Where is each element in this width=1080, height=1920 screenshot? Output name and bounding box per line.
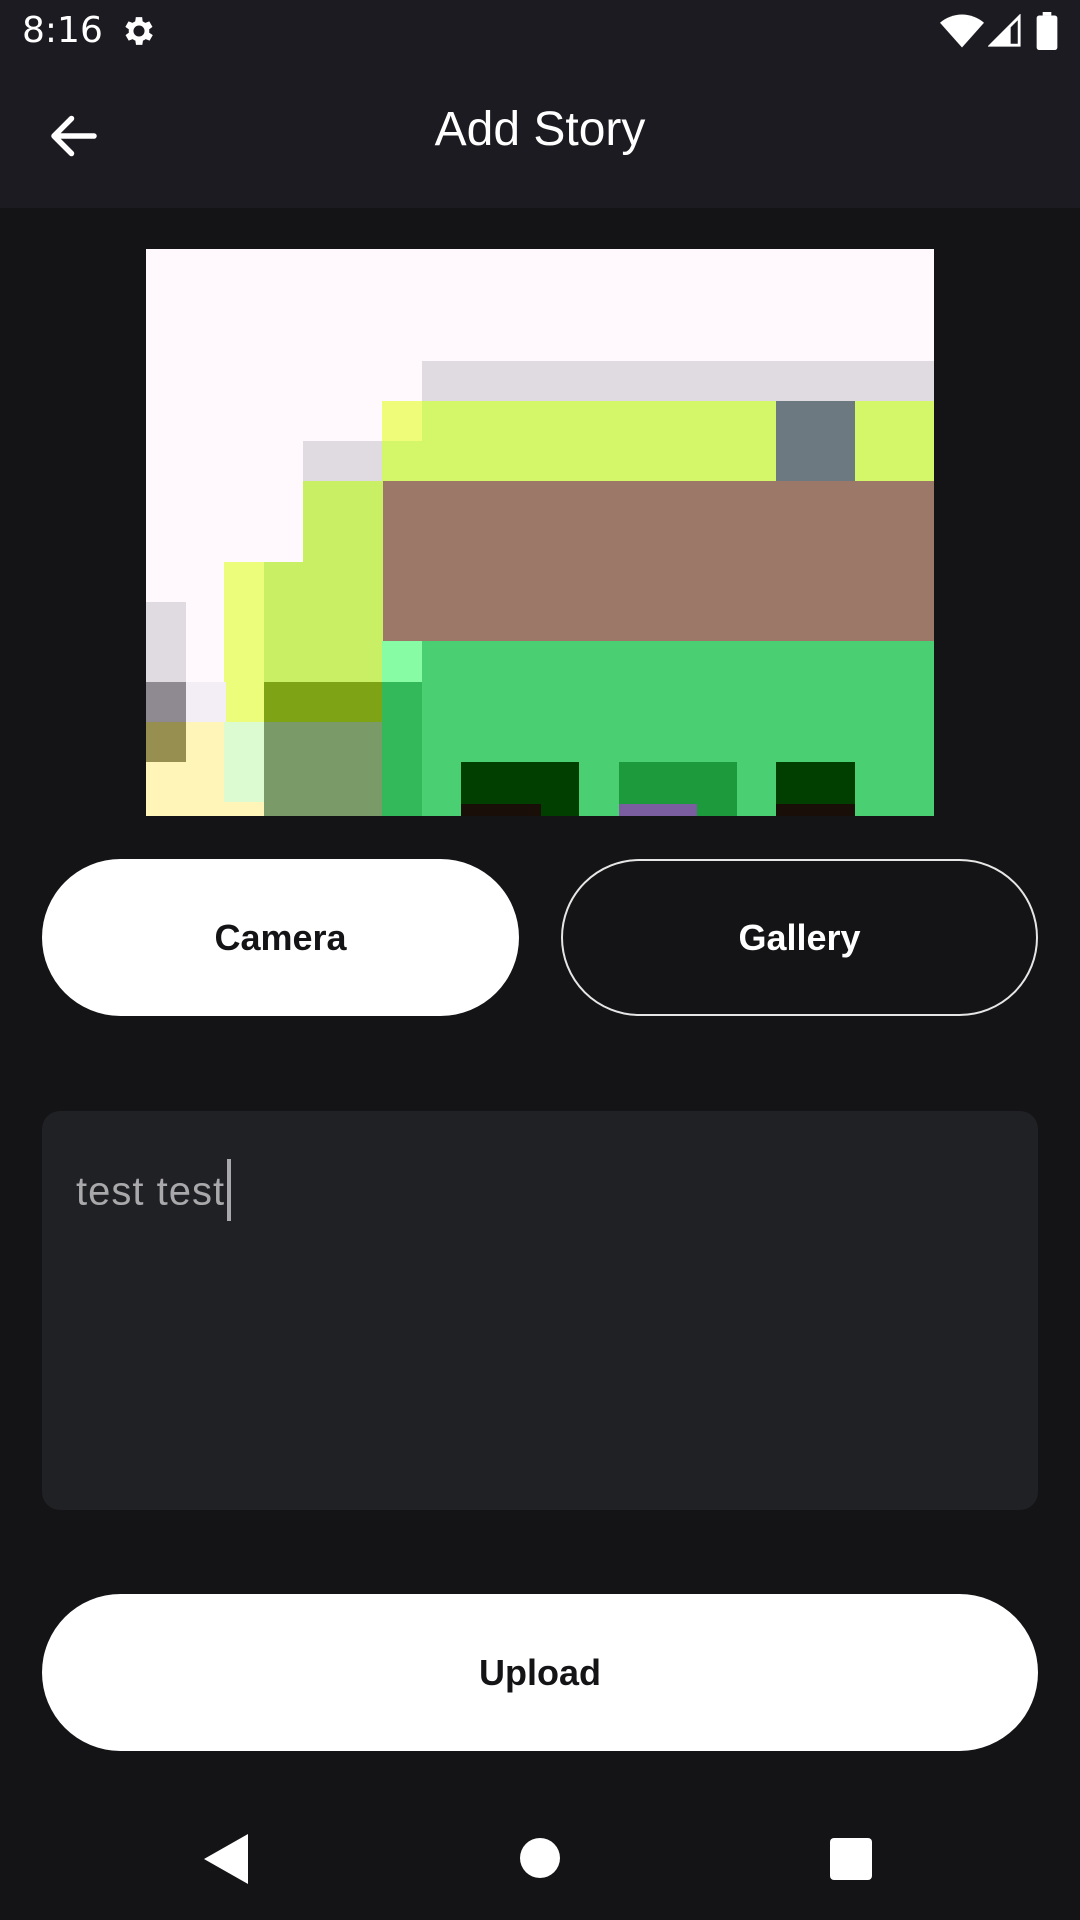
camera-button[interactable]: Camera (42, 859, 519, 1016)
upload-button-label: Upload (479, 1651, 601, 1693)
page-title: Add Story (434, 103, 646, 156)
image-preview (146, 249, 934, 816)
camera-button-label: Camera (214, 916, 347, 958)
status-bar: 8:16 (0, 0, 1080, 62)
preview-image (146, 249, 934, 816)
description-input[interactable]: test test (42, 1111, 1038, 1510)
navigation-bar (0, 1800, 1080, 1920)
nav-recents-icon[interactable] (830, 1838, 872, 1880)
upload-button[interactable]: Upload (42, 1594, 1038, 1751)
gear-icon (125, 17, 153, 45)
description-text: test test (76, 1159, 232, 1225)
nav-home-icon[interactable] (520, 1838, 560, 1878)
text-caret (227, 1159, 232, 1221)
gallery-button-label: Gallery (738, 916, 861, 958)
wifi-icon (940, 14, 984, 48)
description-value: test test (76, 1169, 226, 1214)
app-bar: Add Story (0, 62, 1080, 208)
nav-back-icon[interactable] (204, 1834, 248, 1884)
signal-icon (988, 14, 1021, 47)
gallery-button[interactable]: Gallery (561, 859, 1038, 1016)
status-time: 8:16 (22, 10, 103, 51)
battery-icon (1036, 12, 1058, 50)
